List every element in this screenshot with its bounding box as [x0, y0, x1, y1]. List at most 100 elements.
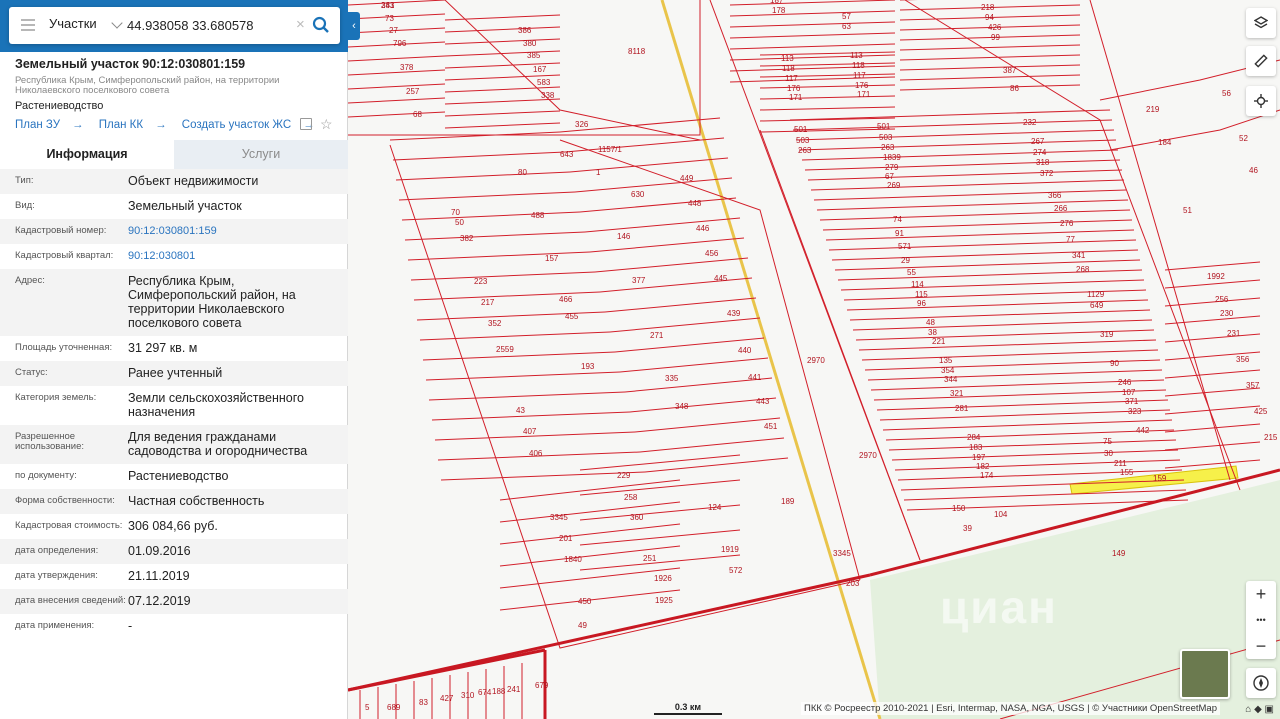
parcel-label[interactable]: 68	[413, 110, 422, 119]
link-create-parcel[interactable]: Создать участок ЖС →	[182, 119, 315, 131]
parcel-label[interactable]: 643	[560, 150, 574, 159]
layer-select[interactable]: Участки	[49, 16, 97, 31]
parcel-label[interactable]: 488	[531, 211, 545, 220]
parcel-label[interactable]: 56	[1222, 89, 1231, 98]
parcel-label[interactable]: 46	[1249, 166, 1258, 175]
parcel-label[interactable]: 171	[789, 93, 803, 102]
parcel-label[interactable]: 583	[537, 78, 551, 87]
parcel-label[interactable]: 113	[781, 54, 794, 63]
parcel-label[interactable]: 117	[785, 74, 798, 83]
parcel-label[interactable]: 232	[1023, 118, 1037, 127]
parcel-label[interactable]: 1129	[1087, 290, 1105, 299]
tab-info[interactable]: Информация	[0, 140, 174, 169]
info-row-value[interactable]: 90:12:030801	[128, 249, 338, 263]
parcel-label[interactable]: 649	[1090, 301, 1104, 310]
parcel-label[interactable]: 352	[488, 319, 502, 328]
parcel-label[interactable]: 271	[650, 331, 664, 340]
parcel-label[interactable]: 117	[853, 71, 866, 80]
parcel-label[interactable]: 3345	[833, 549, 851, 558]
parcel-label[interactable]: 77	[1066, 235, 1075, 244]
parcel-label[interactable]: 335	[665, 374, 679, 383]
parcel-label[interactable]: 178	[772, 6, 786, 15]
parcel-label[interactable]: 150	[952, 504, 966, 513]
parcel-label[interactable]: 263	[798, 146, 812, 155]
parcel-label[interactable]: 2970	[807, 356, 825, 365]
parcel-label[interactable]: 251	[643, 554, 657, 563]
parcel-label[interactable]: 321	[950, 389, 964, 398]
document-search-icon[interactable]	[300, 118, 312, 130]
parcel-label[interactable]: 503	[879, 133, 893, 142]
parcel-label[interactable]: 118	[852, 61, 865, 70]
zoom-more-button[interactable]: •••	[1246, 607, 1276, 633]
parcel-label[interactable]: 174	[980, 471, 994, 480]
parcel-label[interactable]: 211	[1114, 459, 1127, 468]
parcel-label[interactable]: 310	[461, 691, 475, 700]
parcel-label[interactable]: 383	[381, 1, 395, 10]
parcel-label[interactable]: 1	[596, 168, 601, 177]
parcel-label[interactable]: 256	[1215, 295, 1229, 304]
parcel-label[interactable]: 407	[523, 427, 537, 436]
search-input[interactable]	[127, 12, 295, 38]
parcel-label[interactable]: 1919	[721, 545, 739, 554]
parcel-label[interactable]: 39	[963, 524, 972, 533]
parcel-label[interactable]: 241	[507, 685, 521, 694]
parcel-label[interactable]: 674	[478, 688, 492, 697]
parcel-label[interactable]: 466	[559, 295, 573, 304]
parcel-label[interactable]: 366	[1048, 191, 1062, 200]
parcel-label[interactable]: 318	[1036, 158, 1050, 167]
parcel-label[interactable]: 51	[1183, 206, 1192, 215]
parcel-label[interactable]: 155	[1120, 468, 1134, 477]
parcel-label[interactable]: 455	[565, 312, 579, 321]
parcel-label[interactable]: 378	[400, 63, 414, 72]
parcel-label[interactable]: 450	[578, 597, 592, 606]
parcel-label[interactable]: 91	[895, 229, 904, 238]
parcel-label[interactable]: 425	[1254, 407, 1268, 416]
parcel-label[interactable]: 3345	[550, 513, 568, 522]
parcel-label[interactable]: 70	[451, 208, 460, 217]
parcel-label[interactable]: 188	[492, 687, 506, 696]
layers-button[interactable]	[1246, 8, 1276, 38]
parcel-label[interactable]: 571	[898, 242, 912, 251]
parcel-label[interactable]: 354	[941, 366, 955, 375]
parcel-label[interactable]: 157	[545, 254, 559, 263]
parcel-label[interactable]: 113	[850, 51, 863, 60]
parcel-label[interactable]: 217	[481, 298, 495, 307]
parcel-label[interactable]: 266	[1054, 204, 1068, 213]
parcel-label[interactable]: 182	[976, 462, 990, 471]
link-plan-kk[interactable]: План КК →	[99, 119, 167, 131]
parcel-label[interactable]: 187	[770, 0, 784, 5]
parcel-label[interactable]: 326	[575, 120, 589, 129]
parcel-label[interactable]: 48	[926, 318, 935, 327]
parcel-label[interactable]: 30	[1104, 449, 1113, 458]
parcel-label[interactable]: 274	[1033, 148, 1047, 157]
ruler-button[interactable]	[1246, 46, 1276, 76]
parcel-label[interactable]: 219	[1146, 105, 1160, 114]
parcel-label[interactable]: 8118	[628, 47, 646, 56]
parcel-label[interactable]: 382	[460, 234, 474, 243]
parcel-label[interactable]: 159	[1153, 474, 1167, 483]
link-plan-zu[interactable]: План ЗУ →	[15, 119, 84, 131]
parcel-label[interactable]: 360	[630, 513, 644, 522]
parcel-label[interactable]: 203	[846, 579, 860, 588]
locate-button[interactable]	[1246, 86, 1276, 116]
parcel-label[interactable]: 284	[967, 433, 981, 442]
collapse-panel-button[interactable]: ‹	[348, 12, 360, 40]
parcel-label[interactable]: 796	[393, 39, 407, 48]
parcel-label[interactable]: 269	[887, 181, 901, 190]
search-icon[interactable]	[312, 16, 330, 34]
parcel-label[interactable]: 341	[1072, 251, 1086, 260]
parcel-label[interactable]: 114	[911, 280, 924, 289]
parcel-label[interactable]: 372	[1040, 169, 1054, 178]
parcel-label[interactable]: 443	[756, 397, 770, 406]
parcel-label[interactable]: 426	[988, 23, 1002, 32]
parcel-label[interactable]: 1925	[655, 596, 673, 605]
parcel-label[interactable]: 689	[387, 703, 401, 712]
parcel-label[interactable]: 348	[675, 402, 689, 411]
parcel-label[interactable]: 279	[885, 163, 899, 172]
parcel-label[interactable]: 49	[578, 621, 587, 630]
parcel-label[interactable]: 276	[1060, 219, 1074, 228]
parcel-label[interactable]: 501	[877, 122, 891, 131]
star-icon[interactable]: ☆	[320, 116, 333, 133]
parcel-label[interactable]: 323	[1128, 407, 1142, 416]
parcel-label[interactable]: 572	[729, 566, 743, 575]
